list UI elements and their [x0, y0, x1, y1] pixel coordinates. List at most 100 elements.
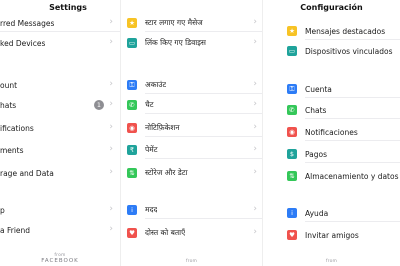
chevron-right-icon: ›	[253, 204, 257, 214]
notification-icon: ◉	[127, 123, 137, 133]
chevron-right-icon: ›	[253, 144, 257, 154]
payment-icon: $	[287, 149, 297, 159]
settings-row-starred-messages[interactable]: ★ स्टार लगाए गए मैसेज ›	[121, 14, 262, 32]
settings-row-account[interactable]: ⚿ Cuenta	[263, 80, 400, 98]
footer: from	[121, 259, 262, 264]
settings-row-notifications[interactable]: ◉ Notificaciones	[263, 123, 400, 141]
row-label: hats	[0, 100, 17, 110]
chevron-right-icon: ›	[109, 79, 113, 89]
settings-row-notifications[interactable]: ◉ नोटिफ़िकेशन ›	[121, 119, 262, 137]
row-label: a Friend	[0, 225, 31, 235]
row-label: Invitar amigos	[305, 230, 359, 240]
footer-from: from	[185, 259, 198, 264]
settings-row-help[interactable]: p ›	[0, 201, 120, 219]
settings-panel-english: Settings rred Messages › ked Devices › o…	[0, 0, 120, 266]
whatsapp-icon: ✆	[287, 105, 297, 115]
help-icon: i	[287, 208, 297, 218]
settings-row-account[interactable]: ount ›	[0, 76, 120, 94]
chevron-right-icon: ›	[253, 37, 257, 47]
footer: from	[263, 259, 400, 264]
settings-row-linked-devices[interactable]: ked Devices ›	[0, 34, 120, 52]
key-icon: ⚿	[127, 80, 137, 90]
settings-row-storage[interactable]: ⇅ Almacenamiento y datos	[263, 167, 400, 185]
row-label: ifications	[0, 123, 34, 133]
chevron-right-icon: ›	[109, 122, 113, 132]
row-label: ments	[0, 145, 24, 155]
settings-row-linked-devices[interactable]: ▭ Dispositivos vinculados	[263, 42, 400, 60]
laptop-icon: ▭	[287, 46, 297, 56]
row-label: Mensajes destacados	[305, 26, 386, 36]
row-label: Ayuda	[305, 208, 329, 218]
chevron-right-icon: ›	[109, 99, 113, 109]
row-label: rage and Data	[0, 168, 54, 178]
row-label: Dispositivos vinculados	[305, 46, 393, 56]
chevron-right-icon: ›	[109, 37, 113, 47]
settings-row-account[interactable]: ⚿ अकाउंट ›	[121, 76, 262, 94]
settings-row-payments[interactable]: $ Pagos	[263, 145, 400, 163]
row-label: अकाउंट	[145, 80, 167, 89]
laptop-icon: ▭	[127, 38, 137, 48]
row-label: Pagos	[305, 149, 328, 159]
settings-row-payments[interactable]: ₹ पेमेंट ›	[121, 141, 262, 159]
unread-badge: 1	[94, 100, 104, 110]
row-label: नोटिफ़िकेशन	[145, 123, 180, 132]
settings-row-help[interactable]: i Ayuda	[263, 204, 400, 222]
row-label: Notificaciones	[305, 127, 358, 137]
star-icon: ★	[127, 18, 137, 28]
chevron-right-icon: ›	[253, 167, 257, 177]
chevron-right-icon: ›	[253, 99, 257, 109]
settings-row-chats[interactable]: hats 1 ›	[0, 96, 120, 114]
chevron-right-icon: ›	[109, 167, 113, 177]
chevron-right-icon: ›	[253, 227, 257, 237]
row-label: Cuenta	[305, 84, 332, 94]
payment-icon: ₹	[127, 145, 137, 155]
settings-row-starred-messages[interactable]: ★ Mensajes destacados	[263, 22, 400, 40]
row-label: पेमेंट	[145, 145, 158, 154]
footer: from FACEBOOK	[0, 253, 120, 264]
row-label: ount	[0, 80, 18, 90]
row-label: स्टार लगाए गए मैसेज	[145, 18, 203, 27]
row-label: ked Devices	[0, 38, 46, 48]
footer-from: from	[325, 259, 338, 264]
star-icon: ★	[287, 26, 297, 36]
chevron-right-icon: ›	[109, 204, 113, 214]
key-icon: ⚿	[287, 84, 297, 94]
settings-row-tell-a-friend[interactable]: a Friend ›	[0, 221, 120, 239]
chevron-right-icon: ›	[253, 122, 257, 132]
settings-row-chats[interactable]: ✆ चैट ›	[121, 96, 262, 114]
row-label: स्टोरेज और डेटा	[145, 168, 188, 177]
row-label: Chats	[305, 105, 327, 115]
row-label: मदद	[145, 205, 158, 214]
row-label: दोस्त को बताएँ	[145, 228, 186, 237]
heart-icon: ♥	[127, 228, 137, 238]
help-icon: i	[127, 205, 137, 215]
settings-row-invite-friends[interactable]: ♥ Invitar amigos	[263, 226, 400, 244]
settings-row-chats[interactable]: ✆ Chats	[263, 101, 400, 119]
storage-icon: ⇅	[287, 171, 297, 181]
row-label: चैट	[145, 100, 154, 109]
chevron-right-icon: ›	[109, 17, 113, 27]
footer-brand: FACEBOOK	[41, 258, 79, 264]
settings-panel-spanish: Configuración ★ Mensajes destacados ▭ Di…	[262, 0, 400, 266]
settings-row-payments[interactable]: ments ›	[0, 141, 120, 159]
settings-row-tell-a-friend[interactable]: ♥ दोस्त को बताएँ ›	[121, 224, 262, 242]
heart-icon: ♥	[287, 230, 297, 240]
row-label: लिंक किए गए डिवाइस	[145, 38, 206, 47]
chevron-right-icon: ›	[109, 224, 113, 234]
settings-row-linked-devices[interactable]: ▭ लिंक किए गए डिवाइस ›	[121, 34, 262, 52]
settings-row-starred-messages[interactable]: rred Messages ›	[0, 14, 120, 32]
settings-row-notifications[interactable]: ifications ›	[0, 119, 120, 137]
settings-panel-hindi: ★ स्टार लगाए गए मैसेज › ▭ लिंक किए गए डि…	[120, 0, 262, 266]
row-label: rred Messages	[0, 18, 55, 28]
settings-row-storage[interactable]: ⇅ स्टोरेज और डेटा ›	[121, 164, 262, 182]
row-label: p	[0, 205, 5, 215]
chevron-right-icon: ›	[253, 79, 257, 89]
page-title: Configuración	[300, 3, 363, 12]
whatsapp-icon: ✆	[127, 100, 137, 110]
notification-icon: ◉	[287, 127, 297, 137]
chevron-right-icon: ›	[253, 17, 257, 27]
storage-icon: ⇅	[127, 168, 137, 178]
settings-row-help[interactable]: i मदद ›	[121, 201, 262, 219]
chevron-right-icon: ›	[109, 144, 113, 154]
settings-row-storage[interactable]: rage and Data ›	[0, 164, 120, 182]
